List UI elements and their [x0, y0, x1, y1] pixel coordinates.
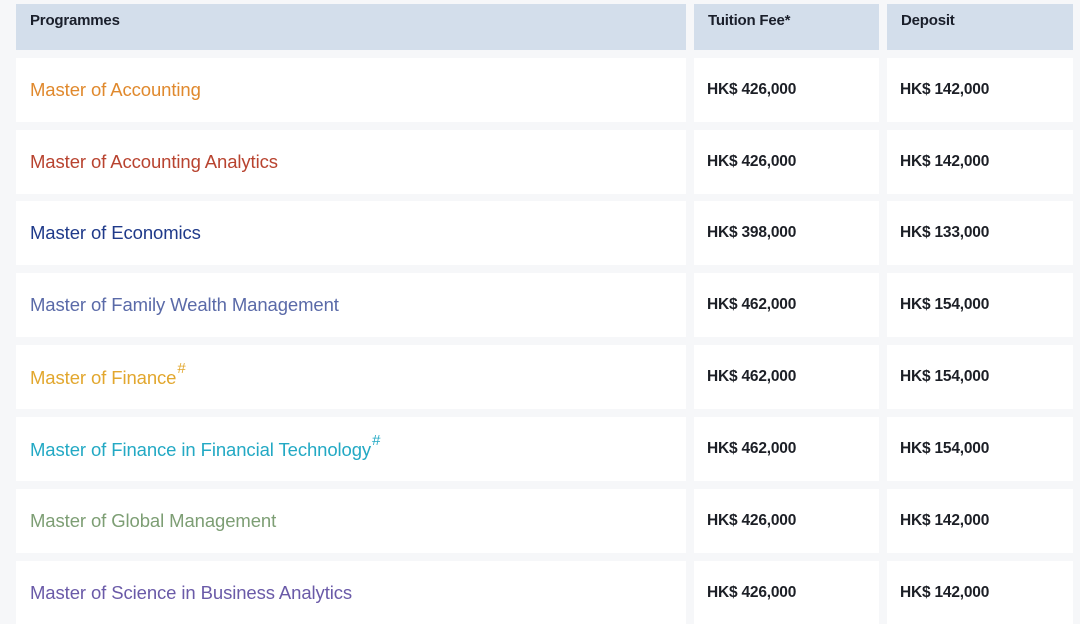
tuition-value: HK$ 462,000: [707, 296, 797, 313]
fee-table: Programmes Tuition Fee* Deposit Master o…: [0, 0, 1080, 624]
deposit-value: HK$ 142,000: [900, 153, 990, 170]
deposit-value: HK$ 142,000: [900, 583, 990, 601]
deposit-value: HK$ 142,000: [900, 81, 990, 98]
programme-cell: Master of Science in Business Analytics: [16, 561, 686, 624]
programme-name-text: Master of Finance: [30, 367, 177, 389]
deposit-value: HK$ 133,000: [900, 224, 990, 241]
deposit-cell: HK$ 142,000: [887, 58, 1073, 122]
tuition-cell: HK$ 426,000: [694, 561, 879, 624]
deposit-value: HK$ 154,000: [900, 368, 990, 385]
deposit-cell: HK$ 142,000: [887, 489, 1073, 553]
tuition-value: HK$ 462,000: [707, 368, 797, 385]
deposit-value: HK$ 142,000: [900, 512, 990, 529]
tuition-cell: HK$ 426,000: [694, 130, 879, 194]
header-deposit-label: Deposit: [901, 12, 955, 29]
deposit-cell: HK$ 154,000: [887, 273, 1073, 337]
programme-cell: Master of Finance#: [16, 345, 686, 409]
deposit-cell: HK$ 142,000: [887, 561, 1073, 624]
header-deposit: Deposit: [887, 4, 1073, 50]
programme-name: Master of Global Management: [30, 510, 277, 531]
programme-name: Master of Accounting Analytics: [30, 151, 278, 172]
tuition-value: HK$ 426,000: [707, 81, 797, 98]
tuition-value: HK$ 462,000: [707, 440, 797, 457]
tuition-value: HK$ 398,000: [707, 224, 797, 241]
header-programmes-label: Programmes: [30, 12, 120, 29]
programme-name: Master of Economics: [30, 222, 201, 243]
programme-cell: Master of Finance in Financial Technolog…: [16, 417, 686, 481]
deposit-cell: HK$ 154,000: [887, 345, 1073, 409]
tuition-cell: HK$ 398,000: [694, 201, 879, 265]
tuition-cell: HK$ 462,000: [694, 417, 879, 481]
programme-cell: Master of Economics: [16, 201, 686, 265]
programme-name-text: Master of Finance in Financial Technolog…: [30, 439, 372, 461]
tuition-value: HK$ 426,000: [707, 512, 797, 529]
deposit-cell: HK$ 142,000: [887, 130, 1073, 194]
header-tuition-fee-label: Tuition Fee*: [708, 12, 791, 29]
programme-name: Master of Accounting: [30, 79, 201, 100]
deposit-cell: HK$ 133,000: [887, 201, 1073, 265]
programme-name: Master of Finance#: [30, 360, 186, 389]
programme-cell: Master of Accounting Analytics: [16, 130, 686, 194]
programme-cell: Master of Accounting: [16, 58, 686, 122]
deposit-cell: HK$ 154,000: [887, 417, 1073, 481]
header-programmes: Programmes: [16, 4, 686, 50]
deposit-value: HK$ 154,000: [900, 296, 990, 313]
tuition-value: HK$ 426,000: [707, 153, 797, 170]
programme-name: Master of Science in Business Analytics: [30, 581, 353, 603]
footnote-mark: #: [372, 432, 381, 450]
programme-cell: Master of Family Wealth Management: [16, 273, 686, 337]
deposit-value: HK$ 154,000: [900, 440, 990, 457]
tuition-cell: HK$ 426,000: [694, 489, 879, 553]
tuition-value: HK$ 426,000: [707, 583, 797, 601]
tuition-cell: HK$ 462,000: [694, 345, 879, 409]
programme-name: Master of Family Wealth Management: [30, 294, 339, 315]
tuition-cell: HK$ 462,000: [694, 273, 879, 337]
header-tuition-fee: Tuition Fee*: [694, 4, 879, 50]
programme-cell: Master of Global Management: [16, 489, 686, 553]
tuition-cell: HK$ 426,000: [694, 58, 879, 122]
programme-name: Master of Finance in Financial Technolog…: [30, 432, 380, 461]
footnote-mark: #: [177, 360, 186, 378]
